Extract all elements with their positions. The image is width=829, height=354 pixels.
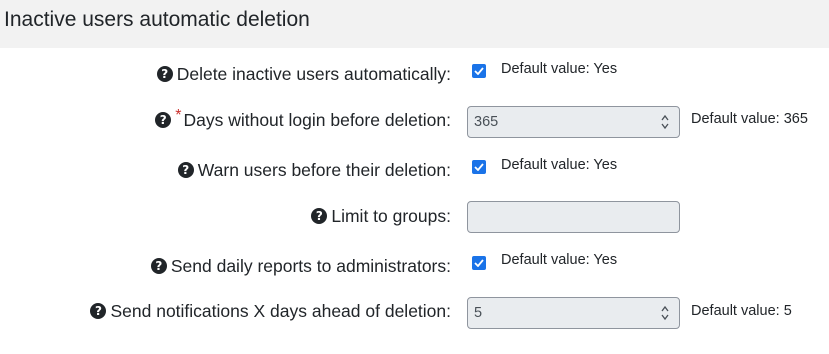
default-value-text: Default value: 5 [691, 303, 792, 319]
setting-delete-inactive: ? Delete inactive users automatically: D… [0, 54, 829, 94]
section-header: Inactive users automatic deletion [0, 0, 829, 48]
daily-reports-checkbox[interactable] [472, 256, 486, 270]
question-circle-icon[interactable]: ? [155, 112, 172, 128]
default-value-text: Default value: 365 [691, 111, 808, 127]
setting-label-text: Limit to groups: [331, 205, 451, 226]
default-value-text: Default value: Yes [501, 157, 618, 173]
warn-users-checkbox[interactable] [472, 160, 486, 174]
default-value-text: Default value: Yes [501, 61, 618, 77]
setting-label-text: Send daily reports to administrators: [170, 255, 451, 276]
checkmark-icon [474, 67, 484, 75]
setting-daily-reports: ? Send daily reports to administrators: … [0, 246, 829, 286]
setting-days-without-login: ? * Days without login before deletion: … [0, 100, 829, 140]
days-without-login-input[interactable]: 365 [467, 106, 680, 138]
checkmark-icon [474, 259, 484, 267]
setting-label-text: Warn users before their deletion: [197, 159, 451, 180]
setting-warn-users: ? Warn users before their deletion: Defa… [0, 150, 829, 190]
setting-label: ? Warn users before their deletion: [177, 150, 451, 190]
setting-label-text: Send notifications X days ahead of delet… [110, 300, 451, 321]
setting-label: ? Delete inactive users automatically: [156, 54, 451, 94]
question-circle-icon[interactable]: ? [90, 303, 107, 319]
checkmark-icon [474, 163, 484, 171]
setting-label: ? Send notifications X days ahead of del… [90, 291, 451, 331]
setting-limit-groups: ? Limit to groups: [0, 196, 829, 236]
question-circle-icon[interactable]: ? [177, 162, 194, 178]
setting-label: ? * Days without login before deletion: [155, 100, 451, 140]
setting-label-text: Days without login before deletion: [183, 109, 451, 130]
setting-label: ? Send daily reports to administrators: [150, 246, 451, 286]
setting-label-text: Delete inactive users automatically: [176, 63, 451, 84]
default-value-text: Default value: Yes [501, 252, 618, 268]
section-title: Inactive users automatic deletion [4, 8, 310, 31]
question-circle-icon[interactable]: ? [156, 66, 173, 82]
question-circle-icon[interactable]: ? [311, 208, 328, 224]
setting-label: ? Limit to groups: [311, 196, 451, 236]
limit-groups-input[interactable] [467, 201, 680, 233]
required-marker: * [175, 107, 182, 124]
setting-notification-days: ? Send notifications X days ahead of del… [0, 291, 829, 331]
delete-inactive-checkbox[interactable] [472, 64, 486, 78]
input-value: 5 [474, 305, 483, 321]
input-value: 365 [474, 114, 499, 130]
spinner-arrows-icon[interactable] [660, 113, 670, 131]
question-circle-icon[interactable]: ? [150, 258, 167, 274]
spinner-arrows-icon[interactable] [660, 304, 670, 322]
notification-days-input[interactable]: 5 [467, 297, 680, 329]
